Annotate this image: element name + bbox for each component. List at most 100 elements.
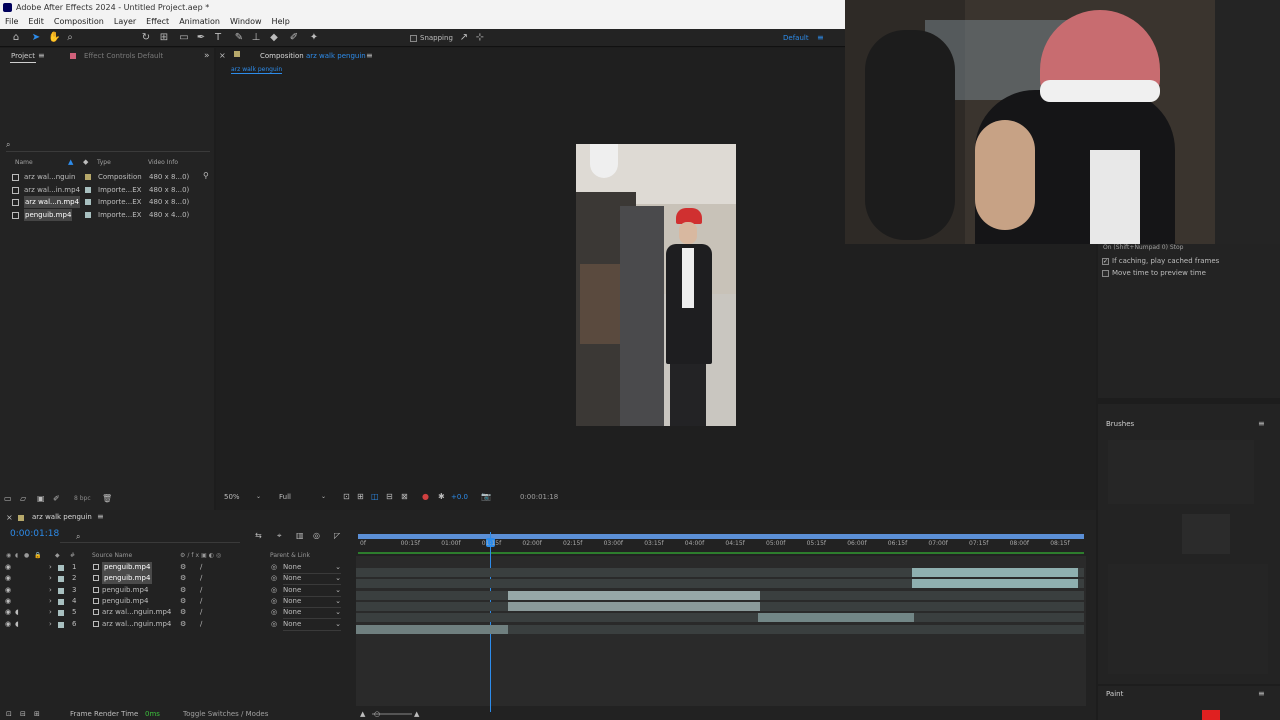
mask-path-icon[interactable]: ◫	[371, 492, 379, 501]
layer-row[interactable]: ◉ › 3 penguib.mp4 ⚙ ∕ ◎ None ⌄	[0, 585, 345, 597]
exposure-value[interactable]: +0.0	[451, 493, 468, 501]
move-time-option[interactable]: Move time to preview time	[1102, 268, 1206, 278]
shy-switch-icon[interactable]: ⚙	[180, 562, 186, 573]
current-time-display[interactable]: 0:00:01:18	[10, 529, 59, 539]
close-timeline-icon[interactable]: ×	[6, 513, 13, 522]
shy-switch-icon[interactable]: ⚙	[180, 585, 186, 596]
parent-dropdown[interactable]: None ⌄	[283, 619, 341, 631]
zoom-dropdown[interactable]: 50%	[224, 493, 240, 501]
column-video-info[interactable]: Video Info	[148, 159, 178, 166]
layer-duration-bar[interactable]	[508, 590, 760, 600]
flowchart-comp-label[interactable]: arz walk penguin	[231, 66, 283, 74]
tab-project[interactable]: Project	[10, 49, 36, 63]
comp-mini-flowchart-icon[interactable]: ⇆	[255, 531, 262, 540]
brush-list[interactable]	[1108, 440, 1254, 504]
layer-name[interactable]: penguib.mp4	[102, 585, 148, 596]
layer-duration-bar[interactable]	[508, 601, 760, 611]
menu-layer[interactable]: Layer	[109, 15, 141, 29]
expand-chevron-icon[interactable]: ›	[49, 573, 52, 584]
toggle-switches-modes[interactable]: Toggle Switches / Modes	[183, 708, 268, 720]
layer-name[interactable]: penguib.mp4	[102, 596, 148, 607]
eraser-tool-icon[interactable]: ◆	[268, 32, 280, 44]
parent-dropdown[interactable]: None ⌄	[283, 596, 341, 608]
layer-label-swatch[interactable]	[58, 587, 64, 594]
tab-effect-controls[interactable]: Effect Controls Default	[84, 49, 163, 63]
shy-switch-icon[interactable]: ⚙	[180, 596, 186, 607]
zoom-slider-thumb-icon[interactable]: ○	[374, 708, 380, 720]
project-item[interactable]: arz wal...nguin Composition 480 x 8...0)	[8, 171, 203, 183]
expand-chevron-icon[interactable]: ›	[49, 585, 52, 596]
channel-rgb-icon[interactable]: ●	[422, 492, 429, 501]
parent-dropdown[interactable]: None ⌄	[283, 607, 341, 620]
draft-3d-icon[interactable]: ⌖	[277, 531, 282, 541]
layer-label-swatch[interactable]	[58, 621, 64, 628]
speaker-icon[interactable]: ◖	[15, 619, 19, 630]
panel-menu-icon[interactable]: ≡	[38, 50, 45, 62]
workspace-menu-icon[interactable]: ≡	[817, 33, 824, 43]
shy-switch-icon[interactable]: ⚙	[180, 619, 186, 630]
snap-grid-icon[interactable]: ⊹	[474, 32, 486, 44]
layer-label-swatch[interactable]	[58, 565, 64, 571]
comp-flowchart-icon[interactable]: ⊡	[6, 708, 12, 720]
layer-row[interactable]: ◉ ◖ › 5 arz wal...nguin.mp4 ⚙ ∕ ◎ None ⌄	[0, 607, 345, 620]
new-composition-icon[interactable]: ▣	[37, 494, 45, 503]
parent-link-header[interactable]: Parent & Link	[270, 552, 310, 559]
menu-composition[interactable]: Composition	[49, 15, 109, 29]
expand-chevron-icon[interactable]: ›	[49, 607, 52, 618]
switches-header-icons[interactable]: ⚙∕fx▣◐◎	[180, 552, 223, 559]
number-header-icon[interactable]: #	[70, 552, 75, 559]
eye-icon[interactable]: ◉	[5, 573, 11, 584]
pen-tool-icon[interactable]: ✒	[195, 32, 207, 44]
quality-switch-icon[interactable]: ∕	[200, 607, 202, 618]
label-color-swatch[interactable]	[85, 212, 91, 219]
project-item[interactable]: arz wal...n.mp4 Importe...EX 480 x 8...0)	[8, 196, 203, 209]
selection-tool-icon[interactable]: ➤	[30, 32, 42, 44]
region-of-interest-icon[interactable]: ⊡	[343, 492, 350, 501]
tab-composition[interactable]: Composition arz walk penguin	[260, 50, 366, 62]
color-management-icon[interactable]: ✱	[438, 492, 445, 501]
zoom-in-icon[interactable]: ▲	[414, 708, 419, 720]
workspace-default[interactable]: Default	[783, 33, 809, 43]
new-folder-icon[interactable]: ▱	[20, 494, 26, 503]
pickwhip-icon[interactable]: ◎	[271, 562, 277, 573]
audio-toggle-header-icon[interactable]: ◖	[15, 552, 18, 559]
expand-chevron-icon[interactable]: ›	[49, 619, 52, 630]
eye-icon[interactable]: ◉	[5, 596, 11, 607]
home-icon[interactable]: ⌂	[10, 32, 22, 44]
hand-tool-icon[interactable]: ✋	[48, 32, 60, 44]
speaker-icon[interactable]: ◖	[15, 607, 19, 618]
layer-name[interactable]: penguib.mp4	[102, 573, 153, 585]
quality-switch-icon[interactable]: ∕	[200, 585, 202, 596]
layer-label-swatch[interactable]	[58, 576, 64, 583]
pickwhip-icon[interactable]: ◎	[271, 573, 277, 584]
interpret-footage-icon[interactable]: ▭	[4, 494, 12, 503]
project-item[interactable]: arz wal...in.mp4 Importe...EX 480 x 8...0)	[8, 184, 203, 196]
lock-header-icon[interactable]: 🔒	[34, 552, 41, 559]
layer-duration-bar[interactable]	[356, 624, 508, 634]
clone-stamp-icon[interactable]: ⊥	[250, 32, 262, 44]
menu-help[interactable]: Help	[267, 15, 295, 29]
move-time-checkbox[interactable]	[1102, 269, 1109, 277]
solo-header-icon[interactable]: ●	[24, 552, 29, 559]
brush-tool-icon[interactable]: ✎	[233, 32, 245, 44]
rotate-tool-icon[interactable]: ↻	[140, 32, 152, 44]
3d-view-icon[interactable]: ⊠	[401, 492, 408, 501]
layer-duration-bar[interactable]	[912, 568, 1078, 577]
adjust-icon[interactable]: ✐	[53, 494, 60, 503]
motion-blur-icon[interactable]: ◎	[313, 531, 320, 540]
snapping-checkbox[interactable]	[410, 34, 417, 42]
column-type[interactable]: Type	[97, 159, 111, 166]
quality-switch-icon[interactable]: ∕	[200, 596, 202, 607]
timeline-search-input[interactable]: ⌕	[60, 532, 240, 543]
pickwhip-icon[interactable]: ◎	[271, 596, 277, 607]
close-tab-icon[interactable]: ×	[219, 51, 226, 60]
quality-switch-icon[interactable]: ∕	[200, 573, 202, 584]
parent-dropdown[interactable]: None ⌄	[283, 562, 341, 574]
bpc-label[interactable]: 8 bpc	[74, 495, 91, 502]
panel-overflow-icon[interactable]: »	[204, 49, 210, 63]
transparency-grid-icon[interactable]: ⊞	[357, 492, 364, 501]
label-color-swatch[interactable]	[85, 174, 91, 180]
layer-row[interactable]: ◉ ◖ › 6 arz wal...nguin.mp4 ⚙ ∕ ◎ None ⌄	[0, 619, 345, 631]
resolution-dropdown[interactable]: Full	[279, 493, 291, 501]
timeline-tab[interactable]: arz walk penguin	[32, 513, 92, 521]
